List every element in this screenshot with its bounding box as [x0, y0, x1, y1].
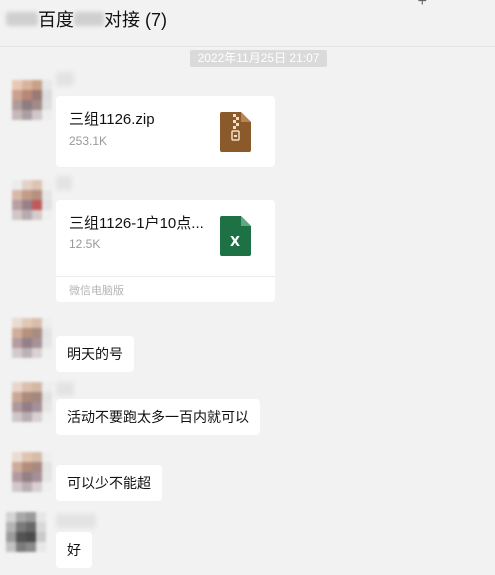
avatar[interactable]: [12, 382, 52, 422]
chat-title-part2: 对接 (7): [104, 10, 167, 30]
text-message-bubble[interactable]: 好: [56, 532, 92, 568]
zip-file-icon: [220, 112, 251, 152]
svg-text:X: X: [230, 235, 240, 250]
message-timestamp: 2022年11月25日 21:07: [190, 50, 327, 67]
chat-header: 百度 对接 (7) +: [0, 0, 495, 47]
plus-icon[interactable]: +: [418, 0, 427, 11]
avatar[interactable]: [6, 512, 46, 552]
redacted-sender-name: [56, 72, 74, 86]
card-source-label: 微信电脑版: [69, 285, 124, 297]
avatar[interactable]: [12, 80, 52, 120]
card-divider: [56, 276, 275, 277]
file-size: 12.5K: [69, 237, 101, 251]
redacted-sender-name: [56, 382, 74, 396]
avatar[interactable]: [12, 318, 52, 358]
redacted-sender-name: [56, 514, 96, 528]
file-size: 253.1K: [69, 134, 108, 148]
text-message-bubble[interactable]: 明天的号: [56, 336, 134, 372]
redacted-name: [74, 12, 104, 26]
text-message-bubble[interactable]: 活动不要跑太多一百内就可以: [56, 399, 260, 435]
avatar[interactable]: [12, 180, 52, 220]
chat-title-part1: 百度: [38, 10, 74, 30]
file-message-card[interactable]: 三组1126-1户10点... 12.5K X 微信电脑版: [56, 200, 275, 302]
avatar[interactable]: [12, 452, 52, 492]
file-message-card[interactable]: 三组1126.zip 253.1K: [56, 96, 275, 167]
chat-title: 百度 对接 (7): [6, 6, 167, 32]
file-name: 三组1126-1户10点...: [69, 215, 204, 232]
redacted-name: [6, 12, 38, 26]
redacted-sender-name: [56, 176, 72, 190]
file-name: 三组1126.zip: [69, 111, 155, 128]
excel-file-icon: X: [220, 216, 251, 256]
text-message-bubble[interactable]: 可以少不能超: [56, 465, 162, 501]
